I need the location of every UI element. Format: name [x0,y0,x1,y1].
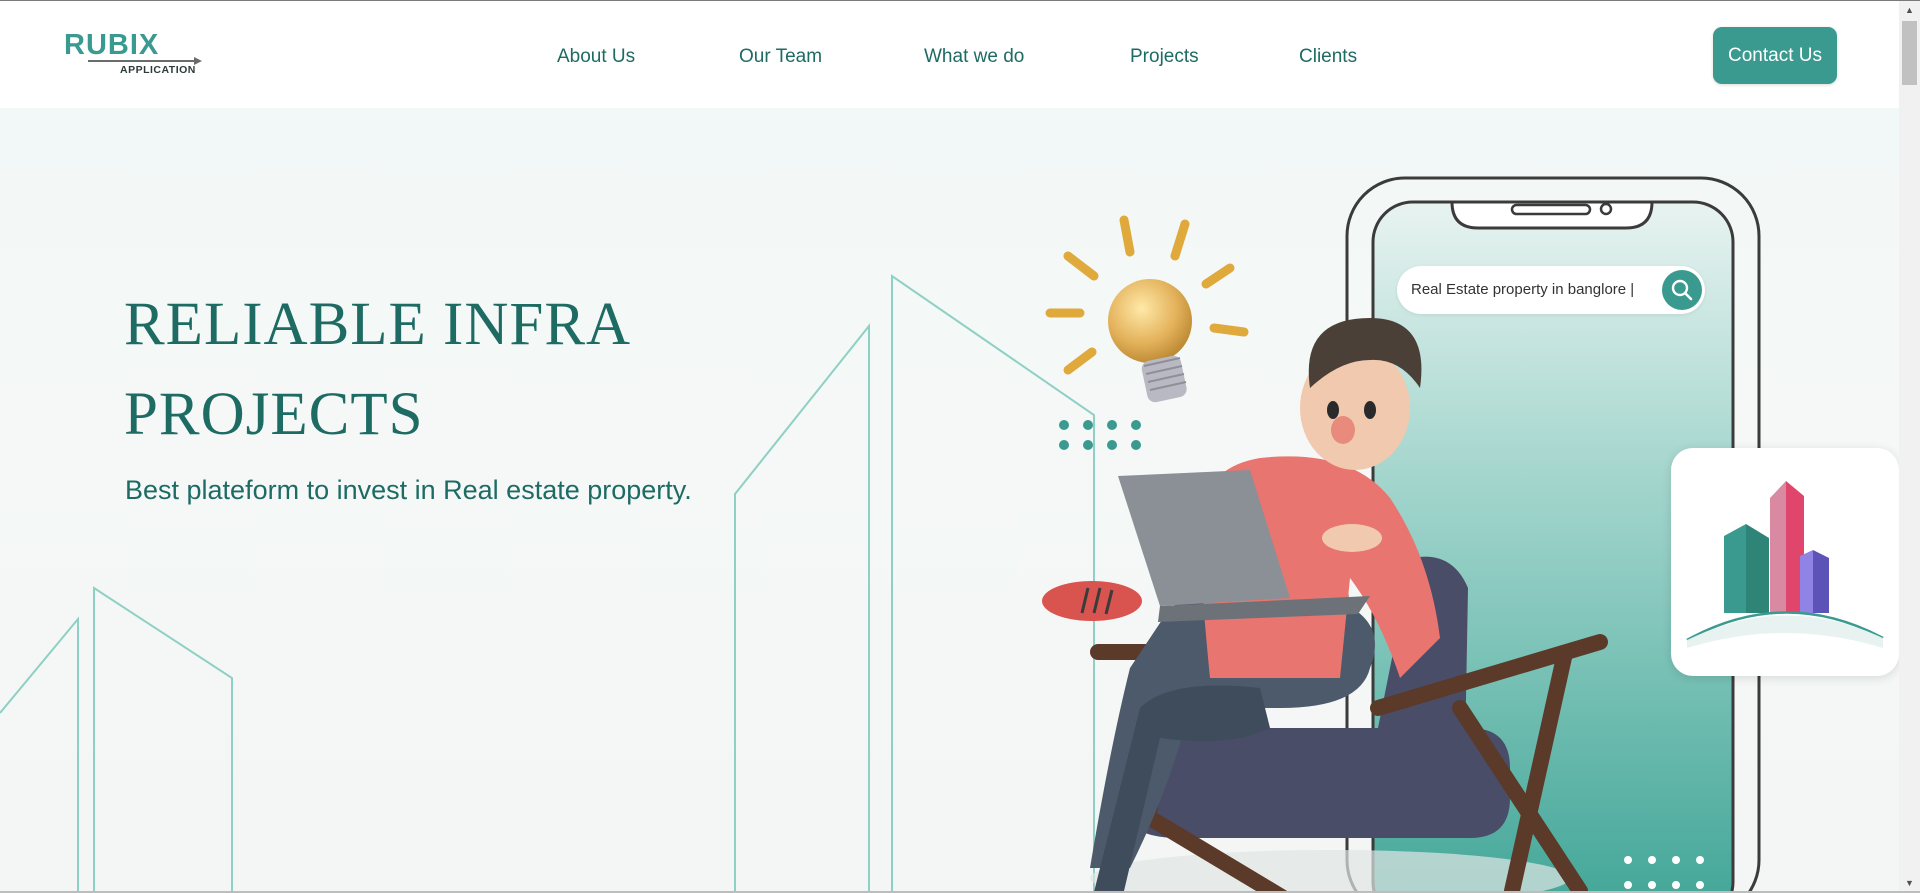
nav-about-us[interactable]: About Us [557,46,635,68]
logo-subtitle: APPLICATION [120,64,196,76]
buildings-logo-icon [1686,481,1884,648]
nav-clients[interactable]: Clients [1299,46,1357,68]
dot-grid-left [1059,420,1141,450]
nav-what-we-do[interactable]: What we do [924,46,1024,68]
page-scrollbar[interactable]: ▲ ▼ [1899,1,1920,891]
hero-title-line-2: PROJECTS [124,381,424,448]
light-bulb-icon [1045,215,1249,403]
hero-title: RELIABLE INFRA PROJECTS [124,280,824,460]
search-icon [1671,279,1693,301]
scroll-down-icon[interactable]: ▼ [1899,874,1920,891]
logo[interactable]: RUBIX APPLICATION [62,29,202,77]
search-button[interactable] [1662,270,1702,310]
phone-search-bar[interactable]: Real Estate property in banglore | [1397,266,1705,314]
hero-title-line-1: RELIABLE INFRA [124,291,632,358]
buildings-card [1671,448,1899,676]
hero-section: RELIABLE INFRA PROJECTS Best plateform t… [0,108,1899,891]
scroll-up-icon[interactable]: ▲ [1899,1,1920,18]
contact-us-button[interactable]: Contact Us [1713,27,1837,84]
nav-our-team[interactable]: Our Team [739,46,822,68]
phone-search-text: Real Estate property in banglore | [1411,281,1635,298]
scroll-thumb[interactable] [1902,21,1917,85]
site-header: RUBIX APPLICATION About Us Our Team What… [0,1,1899,108]
nav-projects[interactable]: Projects [1130,46,1199,68]
hero-subtitle: Best plateform to invest in Real estate … [125,475,692,505]
